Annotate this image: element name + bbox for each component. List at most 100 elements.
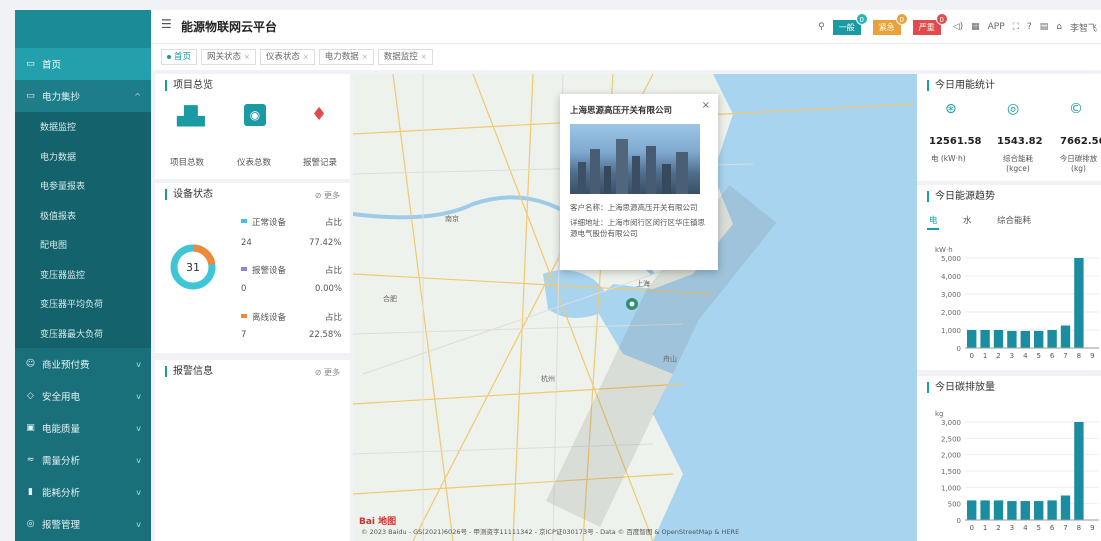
x-tick-label: 9 xyxy=(1090,524,1094,532)
sidebar-item-label: 报警管理 xyxy=(42,520,81,531)
alarm-icon: ◎ xyxy=(26,519,35,529)
y-tick-label: 4,000 xyxy=(941,273,961,281)
x-tick-label: 0 xyxy=(969,524,973,532)
sidebar-item-prepaid[interactable]: ☺ 商业预付费 v xyxy=(15,348,151,380)
device-row-name: 正常设备 xyxy=(252,218,287,228)
sidebar-item-alarm[interactable]: ◎ 报警管理 v xyxy=(15,508,151,540)
legend-swatch xyxy=(241,219,247,223)
screen-icon: ▭ xyxy=(26,59,35,69)
sidebar-item-power-quality[interactable]: ▣ 电能质量 v xyxy=(15,412,151,444)
submenu-item[interactable]: 变压器最大负荷 xyxy=(15,319,151,349)
close-icon[interactable]: × xyxy=(303,50,309,64)
alarm-severe-button[interactable]: 严重 0 xyxy=(912,12,948,35)
overview-item-label: 报警记录 xyxy=(303,158,338,168)
chevron-down-icon: v xyxy=(136,519,141,529)
tab-electricity[interactable]: 电 xyxy=(929,214,938,226)
map-marker[interactable] xyxy=(626,298,638,310)
alarm-general-button[interactable]: 一般 0 xyxy=(832,12,868,35)
qrcode-icon[interactable]: ▦ xyxy=(971,22,980,32)
y-tick-label: 0 xyxy=(957,345,961,353)
close-icon[interactable]: × xyxy=(421,50,427,64)
help-icon[interactable]: ? xyxy=(1027,22,1032,32)
chevron-down-icon: v xyxy=(136,455,141,465)
sidebar-item-home[interactable]: ▭ 首页 xyxy=(15,48,151,80)
sidebar-item-energy[interactable]: ▮ 能耗分析 v xyxy=(15,476,151,508)
meter-icon: ◉ xyxy=(244,104,266,126)
user-icon: ☺ xyxy=(25,359,36,369)
tab-data-monitor[interactable]: 数据监控 × xyxy=(377,49,433,65)
user-name[interactable]: 李智飞 xyxy=(1070,21,1097,34)
sidebar-item-safety[interactable]: ◇ 安全用电 v xyxy=(15,380,151,412)
search-icon[interactable]: ⚲ xyxy=(818,22,825,32)
submenu-item[interactable]: 数据监控 xyxy=(15,112,151,142)
x-tick-label: 5 xyxy=(1036,352,1040,360)
submenu-item[interactable]: 变压器监控 xyxy=(15,260,151,290)
overview-item-label: 仪表总数 xyxy=(237,158,272,168)
submenu-item[interactable]: 电参量报表 xyxy=(15,171,151,201)
theme-icon[interactable]: ⌂ xyxy=(1056,22,1062,32)
map[interactable]: 南京 上海 杭州 苏州 合肥 舟山 上海思源高压开关有限公司 × 客户名称：上海… xyxy=(353,74,917,541)
alarm-label: 一般 xyxy=(838,22,855,32)
more-link[interactable]: ⊘ 更多 xyxy=(315,190,340,201)
alarm-urgent-button[interactable]: 紧急 0 xyxy=(872,12,908,35)
bar xyxy=(1034,330,1044,348)
sidebar-item-demand[interactable]: ≈ 需量分析 v xyxy=(15,444,151,476)
y-tick-label: 1,500 xyxy=(941,468,961,476)
x-tick-label: 4 xyxy=(1023,352,1028,360)
x-tick-label: 8 xyxy=(1077,524,1081,532)
tab-home[interactable]: 首页 xyxy=(161,49,198,65)
sidebar-item-label: 需量分析 xyxy=(42,456,81,467)
submenu-item[interactable]: 极值报表 xyxy=(15,201,151,231)
notice-icon[interactable]: ▤ xyxy=(1040,22,1049,32)
analysis-icon: ≈ xyxy=(26,455,35,465)
x-tick-label: 3 xyxy=(1010,352,1014,360)
stat-unit: 综合能耗 (kgce) xyxy=(1003,154,1033,173)
bar xyxy=(967,330,977,348)
volume-icon[interactable]: ◁) xyxy=(953,22,963,32)
tab-power-data[interactable]: 电力数据 × xyxy=(318,49,374,65)
y-tick-label: 0 xyxy=(957,517,961,525)
close-icon[interactable]: × xyxy=(702,100,710,111)
submenu-item[interactable]: 变压器平均负荷 xyxy=(15,289,151,319)
today-stats-panel: 今日用能统计 ⊛ ◎ © 12561.58 1543.82 7662.56 电 … xyxy=(917,74,1101,181)
tab-gateway[interactable]: 网关状态 × xyxy=(201,49,256,65)
panel-title: 设备状态 xyxy=(165,189,213,200)
device-total: 31 xyxy=(186,261,200,274)
app-link[interactable]: APP xyxy=(988,22,1005,32)
alarm-pin-icon: ♦ xyxy=(311,104,328,125)
sidebar-item-power-collect[interactable]: ▭ 电力集抄 ^ xyxy=(15,80,151,112)
x-tick-label: 6 xyxy=(1050,524,1055,532)
bar xyxy=(980,500,990,520)
tab-comprehensive[interactable]: 综合能耗 xyxy=(997,214,1031,226)
submenu-item[interactable]: 配电图 xyxy=(15,230,151,260)
close-icon[interactable]: × xyxy=(362,50,368,64)
tab-meter[interactable]: 仪表状态 × xyxy=(259,49,315,65)
bar xyxy=(1007,330,1017,348)
bar xyxy=(1020,501,1030,520)
bar-chart-icon: ▮ xyxy=(28,487,33,497)
close-icon[interactable]: × xyxy=(244,50,250,64)
city-label: 合肥 xyxy=(383,295,397,303)
device-row-count: 7 xyxy=(241,330,247,340)
device-row-count: 24 xyxy=(241,238,252,248)
sidebar-item-label: 首页 xyxy=(42,60,62,71)
panel-title: 今日碳排放量 xyxy=(927,382,995,393)
stat-value: 12561.58 xyxy=(929,136,982,147)
building-icon: ▟▙ xyxy=(177,106,205,127)
tab-water[interactable]: 水 xyxy=(963,214,972,226)
x-tick-label: 3 xyxy=(1010,524,1014,532)
submenu-item[interactable]: 电力数据 xyxy=(15,142,151,172)
menu-toggle-icon[interactable]: ☰ xyxy=(161,17,172,31)
map-info-popup: 上海思源高压开关有限公司 × 客户名称：上海思源高压开关有限公司 详细地址：上海… xyxy=(560,94,718,270)
legend-swatch xyxy=(241,267,247,271)
device-donut: 31 xyxy=(170,244,216,290)
bar xyxy=(1074,258,1084,348)
bar xyxy=(1034,501,1044,520)
more-link[interactable]: ⊘ 更多 xyxy=(315,367,340,378)
fullscreen-icon[interactable]: ⛶ xyxy=(1013,22,1019,32)
x-tick-label: 7 xyxy=(1063,352,1067,360)
tab-label: 仪表状态 xyxy=(265,52,300,62)
more-label: 更多 xyxy=(324,368,340,377)
company-photo xyxy=(570,124,700,194)
x-tick-label: 0 xyxy=(969,352,973,360)
